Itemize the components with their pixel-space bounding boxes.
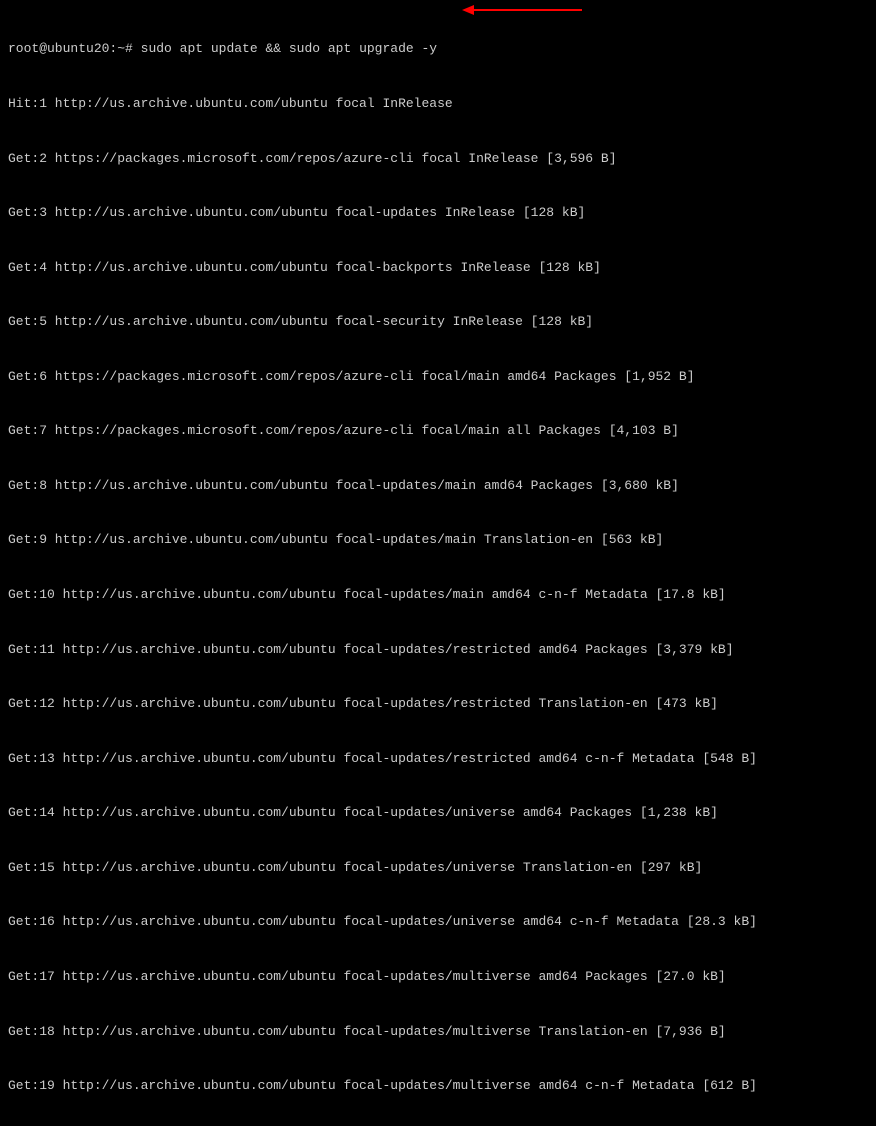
output-line: Get:18 http://us.archive.ubuntu.com/ubun…: [8, 1023, 868, 1041]
output-line: Get:16 http://us.archive.ubuntu.com/ubun…: [8, 913, 868, 931]
output-line: Get:2 https://packages.microsoft.com/rep…: [8, 150, 868, 168]
prompt-user-host: root@ubuntu20: [8, 41, 109, 56]
output-line: Get:10 http://us.archive.ubuntu.com/ubun…: [8, 586, 868, 604]
prompt-line: root@ubuntu20:~# sudo apt update && sudo…: [8, 40, 868, 58]
command-text: sudo apt update && sudo apt upgrade -y: [141, 41, 437, 56]
output-line: Hit:1 http://us.archive.ubuntu.com/ubunt…: [8, 95, 868, 113]
output-line: Get:12 http://us.archive.ubuntu.com/ubun…: [8, 695, 868, 713]
output-line: Get:8 http://us.archive.ubuntu.com/ubunt…: [8, 477, 868, 495]
terminal-window[interactable]: root@ubuntu20:~# sudo apt update && sudo…: [8, 4, 868, 1126]
output-line: Get:5 http://us.archive.ubuntu.com/ubunt…: [8, 313, 868, 331]
output-line: Get:4 http://us.archive.ubuntu.com/ubunt…: [8, 259, 868, 277]
output-line: Get:19 http://us.archive.ubuntu.com/ubun…: [8, 1077, 868, 1095]
output-line: Get:15 http://us.archive.ubuntu.com/ubun…: [8, 859, 868, 877]
output-line: Get:3 http://us.archive.ubuntu.com/ubunt…: [8, 204, 868, 222]
output-line: Get:9 http://us.archive.ubuntu.com/ubunt…: [8, 531, 868, 549]
output-line: Get:11 http://us.archive.ubuntu.com/ubun…: [8, 641, 868, 659]
output-line: Get:7 https://packages.microsoft.com/rep…: [8, 422, 868, 440]
prompt-path: :~#: [109, 41, 132, 56]
output-line: Get:14 http://us.archive.ubuntu.com/ubun…: [8, 804, 868, 822]
output-line: Get:13 http://us.archive.ubuntu.com/ubun…: [8, 750, 868, 768]
output-line: Get:17 http://us.archive.ubuntu.com/ubun…: [8, 968, 868, 986]
output-line: Get:6 https://packages.microsoft.com/rep…: [8, 368, 868, 386]
